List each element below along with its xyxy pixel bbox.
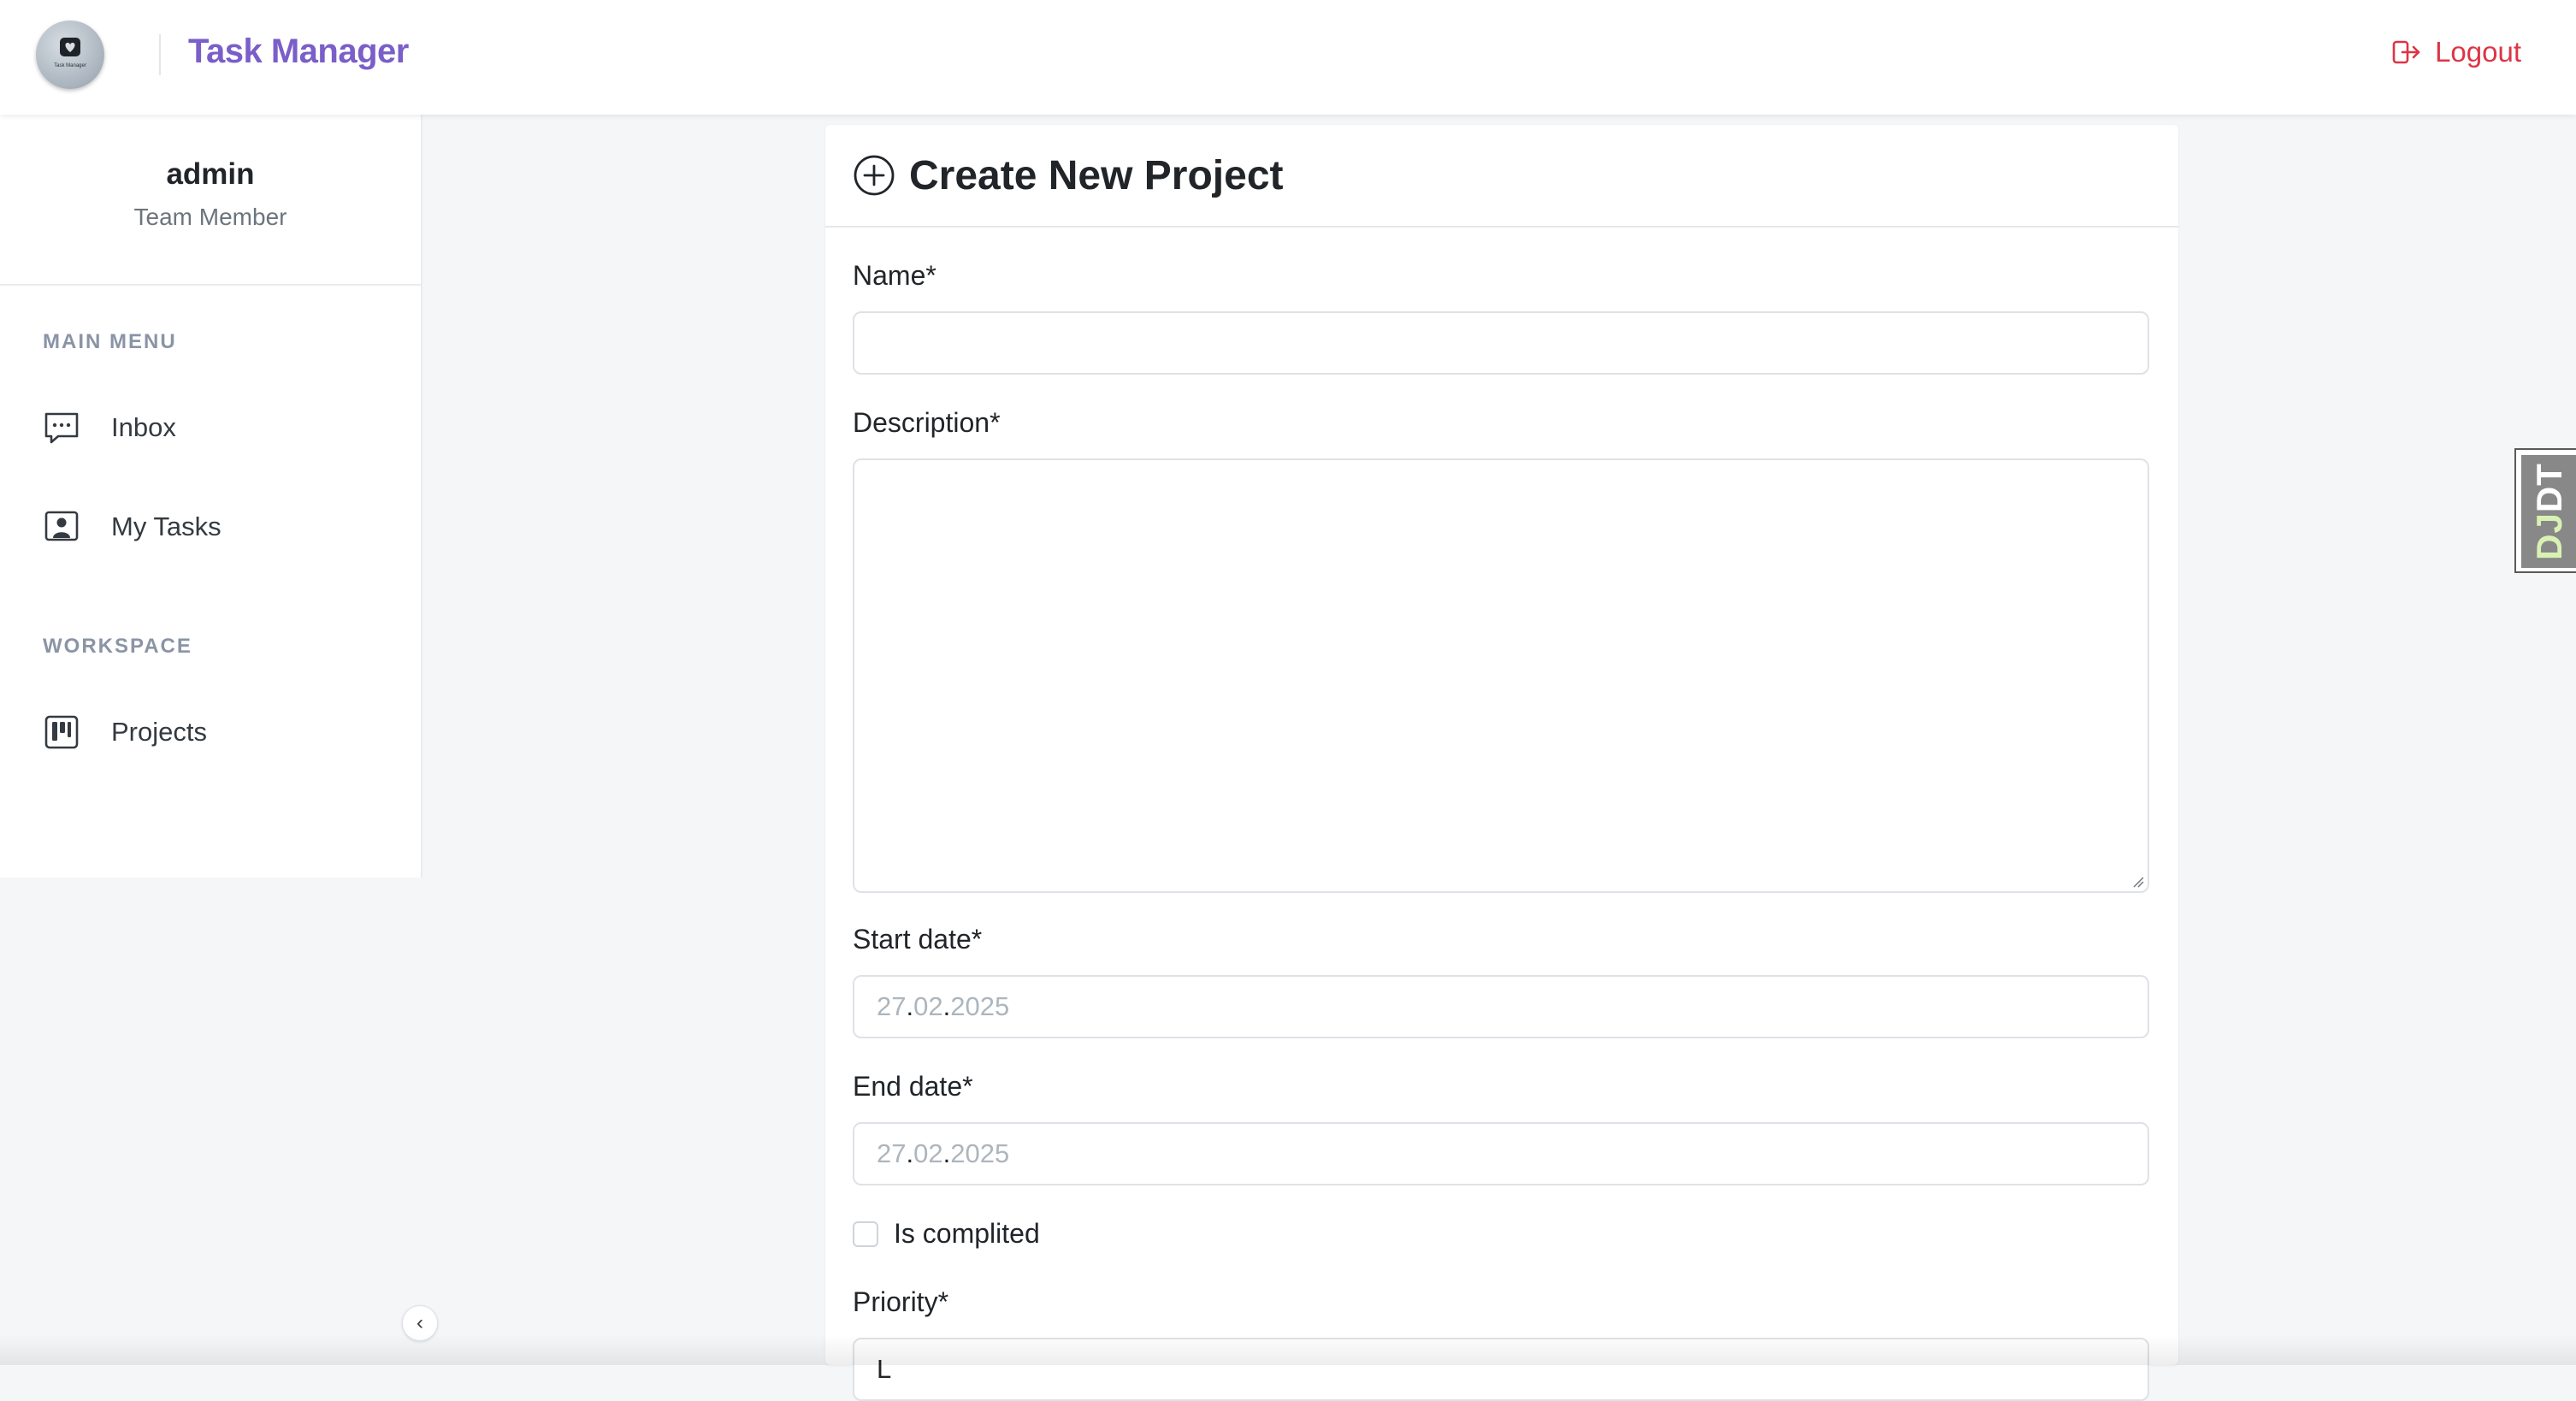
sidebar-item-my-tasks[interactable]: My Tasks bbox=[43, 508, 222, 546]
sidebar-item-inbox[interactable]: Inbox bbox=[43, 409, 176, 446]
name-input[interactable] bbox=[853, 311, 2149, 375]
date-separator: . bbox=[906, 991, 914, 1021]
end-date-day: 27 bbox=[877, 1138, 907, 1168]
person-board-icon bbox=[44, 511, 79, 541]
priority-select[interactable]: L bbox=[853, 1338, 2149, 1401]
name-label: Name* bbox=[853, 260, 936, 291]
logo-heart-icon bbox=[60, 38, 80, 56]
plus-circle-icon bbox=[854, 155, 895, 196]
user-role: Team Member bbox=[133, 204, 287, 230]
sidebar: admin Team Member MAIN MENU Inbox My Tas… bbox=[0, 115, 422, 878]
workspace-title: WORKSPACE bbox=[43, 635, 192, 658]
debug-toolbar-text: DJDT bbox=[2529, 463, 2570, 560]
end-date-label: End date* bbox=[853, 1071, 973, 1102]
start-date-year: 2025 bbox=[950, 991, 1010, 1021]
is-completed-label: Is complited bbox=[894, 1218, 1040, 1249]
logout-label: Logout bbox=[2435, 36, 2521, 68]
start-date-day: 27 bbox=[877, 991, 907, 1021]
sidebar-item-label: Inbox bbox=[111, 412, 176, 442]
chat-icon bbox=[44, 412, 79, 444]
sidebar-item-label: Projects bbox=[111, 717, 207, 747]
start-date-label: Start date* bbox=[853, 924, 983, 955]
user-name: admin bbox=[166, 157, 255, 191]
start-date-input[interactable]: 27.02.2025 bbox=[853, 975, 2149, 1038]
debug-toolbar-handle[interactable]: DJDT bbox=[2514, 448, 2576, 573]
top-bar: Task Manager Task Manager Logout bbox=[0, 0, 2576, 115]
app-logo[interactable]: Task Manager bbox=[36, 21, 104, 89]
priority-label: Priority* bbox=[853, 1286, 949, 1317]
logout-button[interactable]: Logout bbox=[2392, 36, 2521, 68]
date-separator: . bbox=[942, 991, 951, 1021]
end-date-year: 2025 bbox=[950, 1138, 1010, 1168]
topbar-divider bbox=[159, 34, 161, 75]
description-label: Description* bbox=[853, 407, 1001, 438]
sidebar-item-projects[interactable]: Projects bbox=[43, 713, 207, 751]
main-menu-title: MAIN MENU bbox=[43, 330, 177, 353]
description-textarea[interactable] bbox=[853, 458, 2149, 893]
end-date-month: 02 bbox=[913, 1138, 943, 1168]
debug-toolbar-label: DJDT bbox=[2521, 455, 2576, 568]
end-date-input[interactable]: 27.02.2025 bbox=[853, 1122, 2149, 1185]
logout-icon bbox=[2392, 40, 2420, 64]
date-separator: . bbox=[906, 1138, 914, 1168]
date-separator: . bbox=[942, 1138, 951, 1168]
is-completed-checkbox[interactable] bbox=[853, 1221, 878, 1247]
user-profile: admin Team Member bbox=[0, 115, 421, 286]
kanban-icon bbox=[44, 715, 79, 749]
app-title[interactable]: Task Manager bbox=[188, 33, 409, 71]
create-project-card: Create New Project Name* Description* St… bbox=[825, 125, 2178, 1401]
card-header: Create New Project bbox=[825, 125, 2178, 228]
start-date-month: 02 bbox=[913, 991, 943, 1021]
page-title: Create New Project bbox=[909, 152, 1284, 198]
resize-grip-icon[interactable] bbox=[2132, 876, 2144, 888]
logo-caption: Task Manager bbox=[54, 63, 86, 68]
sidebar-collapse-button[interactable]: ‹ bbox=[402, 1305, 438, 1341]
sidebar-item-label: My Tasks bbox=[111, 511, 222, 541]
